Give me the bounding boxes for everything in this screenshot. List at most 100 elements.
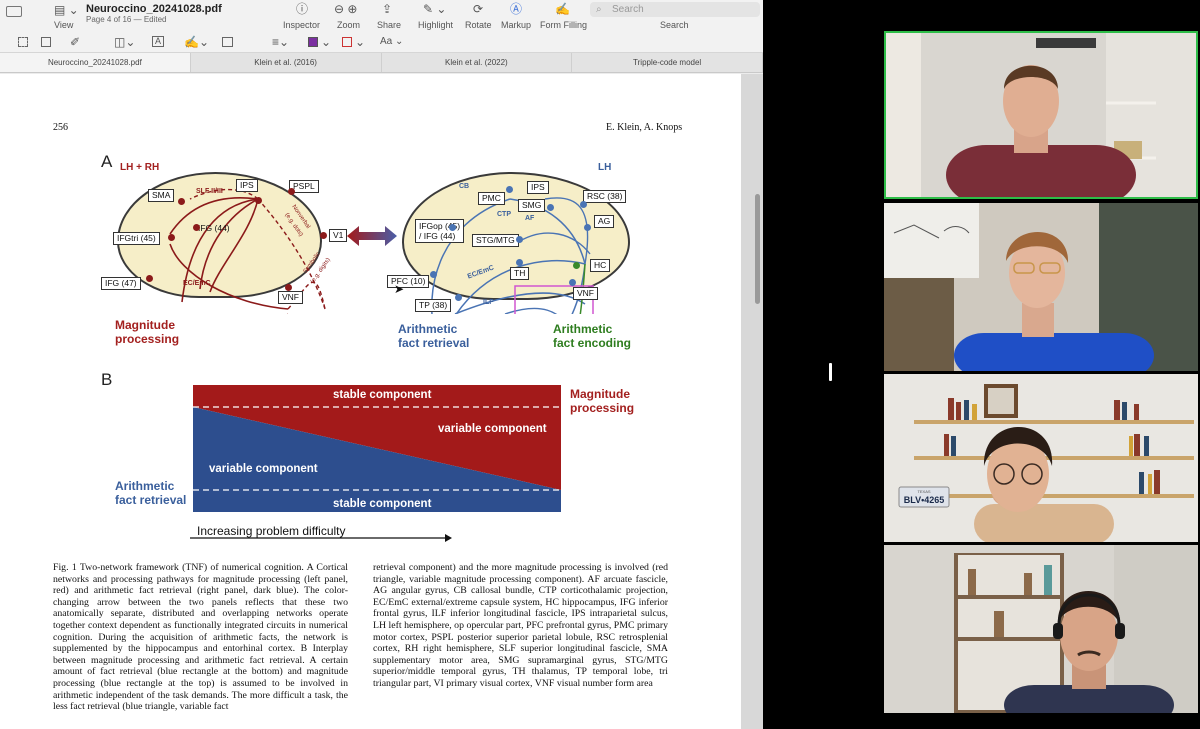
heading-magnitude-processing: Magnitude processing	[115, 318, 179, 347]
fill-color-dropdown-icon[interactable]: ⌄	[355, 36, 365, 48]
font-button[interactable]: Aa ⌄	[380, 37, 403, 47]
heading-magnitude-line2: processing	[115, 332, 180, 347]
license-plate-state: TEXAS	[917, 489, 930, 494]
node-stgmtg	[516, 236, 523, 243]
component-diagram	[193, 385, 561, 512]
participant-2-video	[884, 203, 1198, 371]
vertical-scrollbar[interactable]	[755, 194, 760, 304]
sketch-icon[interactable]: ✐	[70, 36, 80, 48]
border-color-icon[interactable]	[308, 37, 318, 47]
video-tile-1[interactable]	[884, 31, 1198, 199]
figb-arithmetic-line2: fact retrieval	[115, 493, 187, 508]
toolbar-markup-label[interactable]: Markup	[501, 20, 531, 30]
fill-color-icon[interactable]	[342, 37, 352, 47]
toolbar-rotate-label[interactable]: Rotate	[465, 20, 492, 30]
video-tile-3[interactable]: TEXAS BLV•4265	[884, 374, 1198, 542]
panel-resize-handle[interactable]	[829, 363, 832, 381]
document-scroll-area[interactable]: 256 E. Klein, A. Knops A LH + RH LH SMA …	[0, 74, 763, 729]
text-box-icon[interactable]: A	[152, 36, 165, 47]
heading-arithmetic-fact-retrieval: Arithmetic fact retrieval	[398, 322, 469, 351]
toolbar-share-label[interactable]: Share	[377, 20, 401, 30]
pen-icon[interactable]: ✎ ⌄	[423, 3, 446, 15]
markup-icon[interactable]: Ⓐ	[510, 3, 522, 15]
label-sma: SMA	[148, 189, 175, 203]
stable-component-bottom: stable component	[333, 498, 432, 510]
note-icon[interactable]	[222, 37, 233, 47]
label-ifg44: IFG (44)	[198, 223, 230, 233]
node-ips-right	[506, 186, 513, 193]
label-stgmtg: STG/MTG	[472, 234, 519, 248]
label-vnf-left: VNF	[278, 291, 303, 305]
label-ifg47: IFG (47)	[101, 277, 141, 291]
tab-klein-2022[interactable]: Klein et al. (2022)	[382, 53, 573, 72]
tab-tripple-code[interactable]: Tripple-code model	[572, 53, 763, 72]
node-vnf-left	[285, 284, 292, 291]
node-smg	[547, 204, 554, 211]
rect-select-icon[interactable]	[18, 37, 28, 47]
label-pmc: PMC	[478, 192, 505, 206]
node-vnf-right	[569, 279, 576, 286]
label-vnf-right: VNF	[573, 287, 598, 301]
main-toolbar: ▤ ⌄ View Neuroccino_20241028.pdf Page 4 …	[0, 0, 763, 33]
zoom-icon[interactable]: ⊖ ⊕	[334, 3, 357, 15]
heading-afe-line2: fact encoding	[553, 336, 632, 351]
desktop: ▤ ⌄ View Neuroccino_20241028.pdf Page 4 …	[0, 0, 1200, 729]
shapes-icon[interactable]: ◫⌄	[114, 36, 135, 48]
sign-icon[interactable]: ✍⌄	[184, 36, 209, 48]
label-ag: AG	[594, 215, 615, 229]
tab-klein-2016[interactable]: Klein et al. (2016)	[191, 53, 382, 72]
search-icon: ⌕	[596, 4, 602, 15]
share-icon[interactable]: ⇪	[382, 3, 392, 15]
toolbar-inspector-label[interactable]: Inspector	[283, 20, 320, 30]
tab-neuroccino[interactable]: Neuroccino_20241028.pdf	[0, 53, 191, 72]
search-input[interactable]: ⌕ Search	[590, 2, 760, 17]
video-tile-2[interactable]	[884, 203, 1198, 371]
label-ifgtri: IFGtri (45)	[113, 232, 160, 246]
heading-arithmetic-fact-encoding: Arithmetic fact encoding	[553, 322, 631, 351]
label-ips-right: IPS	[527, 181, 549, 195]
label-rsc: RSC (38)	[583, 190, 627, 204]
smart-lasso-icon[interactable]	[41, 37, 51, 47]
toolbar-zoom-label[interactable]: Zoom	[337, 20, 360, 30]
label-hc: HC	[590, 259, 611, 273]
difficulty-arrow	[190, 534, 452, 542]
info-icon[interactable]: ⓘ	[296, 3, 308, 15]
node-tp	[455, 294, 462, 301]
path-af: AF	[525, 215, 535, 222]
node-ifgtri	[168, 234, 175, 241]
sidebar-toggle-icon[interactable]	[6, 6, 22, 17]
label-tp: TP (38)	[415, 299, 452, 313]
path-ctp: CTP	[497, 211, 511, 218]
form-icon[interactable]: ✍	[555, 3, 570, 15]
caption-column-1: Fig. 1 Two-network framework (TNF) of nu…	[53, 562, 348, 713]
figb-arithmetic-line1: Arithmetic	[115, 479, 175, 493]
document-subtitle: Page 4 of 16 — Edited	[86, 15, 167, 24]
license-plate-text: BLV•4265	[904, 495, 945, 505]
figure-b-letter: B	[101, 370, 113, 389]
participant-1-video	[886, 33, 1196, 197]
toolbar-form-filling-label[interactable]: Form Filling	[540, 20, 587, 30]
mouse-cursor-icon: ➤	[394, 282, 405, 296]
figb-arithmetic-label: Arithmetic fact retrieval	[115, 479, 186, 508]
node-pfc	[430, 271, 437, 278]
video-tile-4[interactable]	[884, 545, 1198, 713]
path-ilf: ILF	[483, 299, 494, 306]
node-hc	[573, 262, 580, 269]
node-v1	[320, 232, 327, 239]
toolbar-highlight-label[interactable]: Highlight	[418, 20, 453, 30]
path-slf: SLF II/III	[196, 188, 223, 195]
path-ecemc-left: EC/EmC	[183, 280, 211, 287]
border-color-dropdown-icon[interactable]: ⌄	[321, 36, 331, 48]
node-sma	[178, 198, 185, 205]
participant-4-video	[884, 545, 1198, 713]
tab-bar: Neuroccino_20241028.pdf Klein et al. (20…	[0, 53, 763, 73]
search-label: Search	[660, 20, 689, 30]
markup-toolbar: ✐ ◫⌄ A ✍⌄ ≡⌄ ⌄ ⌄ Aa ⌄	[0, 33, 763, 53]
line-style-icon[interactable]: ≡⌄	[272, 36, 289, 48]
pdf-viewer-window: ▤ ⌄ View Neuroccino_20241028.pdf Page 4 …	[0, 0, 763, 729]
label-ifgop: IFGop (45) / IFG (44)	[415, 219, 465, 244]
view-icon[interactable]: ▤ ⌄	[54, 4, 79, 16]
rotate-icon[interactable]: ⟳	[473, 3, 483, 15]
heading-afe-line1: Arithmetic	[553, 322, 613, 336]
font-button-label: Aa	[380, 36, 393, 47]
